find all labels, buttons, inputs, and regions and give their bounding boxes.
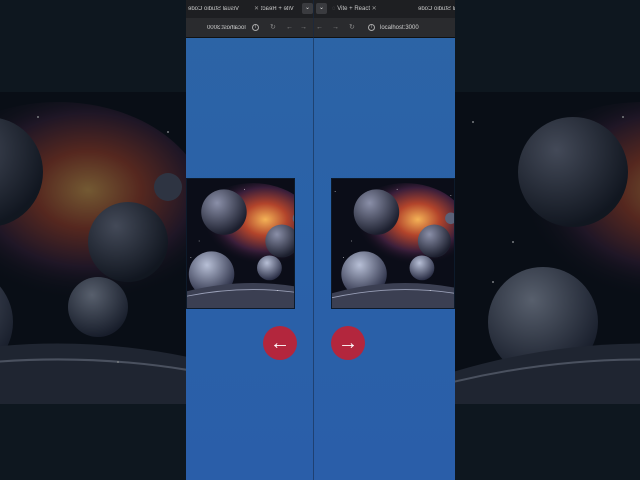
close-icon[interactable]: ✕ <box>254 6 259 12</box>
left-dimmed-background <box>0 0 186 480</box>
chevron-down-icon[interactable]: ⌄ <box>302 3 313 14</box>
vscode-label-mirrored: Visual Studio Code <box>188 6 239 12</box>
right-dimmed-background <box>455 0 640 480</box>
carousel-image-left <box>186 178 295 309</box>
next-button[interactable]: → <box>331 326 365 360</box>
info-icon[interactable]: i <box>252 24 259 31</box>
screen: Visual Studio Code ✕ Vite + React ⌄ ⌄ ◌ … <box>0 0 640 480</box>
back-icon[interactable]: ← <box>316 23 323 33</box>
dim-overlay <box>0 0 186 480</box>
chevron-down-icon[interactable]: ⌄ <box>316 3 327 14</box>
forward-icon[interactable]: → <box>332 23 339 33</box>
browser-address-bar: localhost:3000 i ↻ ← → ← → ↻ i localhost… <box>186 18 455 38</box>
forward-icon[interactable]: ← <box>286 23 293 33</box>
arrow-left-icon: ← <box>270 332 290 354</box>
reload-icon[interactable]: ↻ <box>349 23 355 33</box>
back-icon[interactable]: → <box>300 23 307 33</box>
prev-button[interactable]: ← <box>263 326 297 360</box>
info-icon[interactable]: i <box>368 24 375 31</box>
url-field-right[interactable]: localhost:3000 <box>380 22 419 34</box>
close-icon[interactable]: ✕ <box>372 6 377 12</box>
arrow-right-icon: → <box>338 332 358 354</box>
carousel-image-right <box>331 178 455 309</box>
reload-icon[interactable]: ↻ <box>270 23 276 33</box>
browser-tab-right[interactable]: ◌ Vite + React ✕ <box>332 3 377 16</box>
screen-recording: Visual Studio Code ✕ Vite + React ⌄ ⌄ ◌ … <box>186 0 455 480</box>
vscode-label-mirrored: Visual Studio Code <box>418 6 455 12</box>
dim-overlay <box>455 0 640 480</box>
url-field-left[interactable]: localhost:3000 <box>207 22 246 34</box>
browser-tab-left[interactable]: ✕ Vite + React <box>254 3 293 16</box>
browser-tab-bar: Visual Studio Code ✕ Vite + React ⌄ ⌄ ◌ … <box>186 0 455 18</box>
pane-divider <box>313 0 314 480</box>
